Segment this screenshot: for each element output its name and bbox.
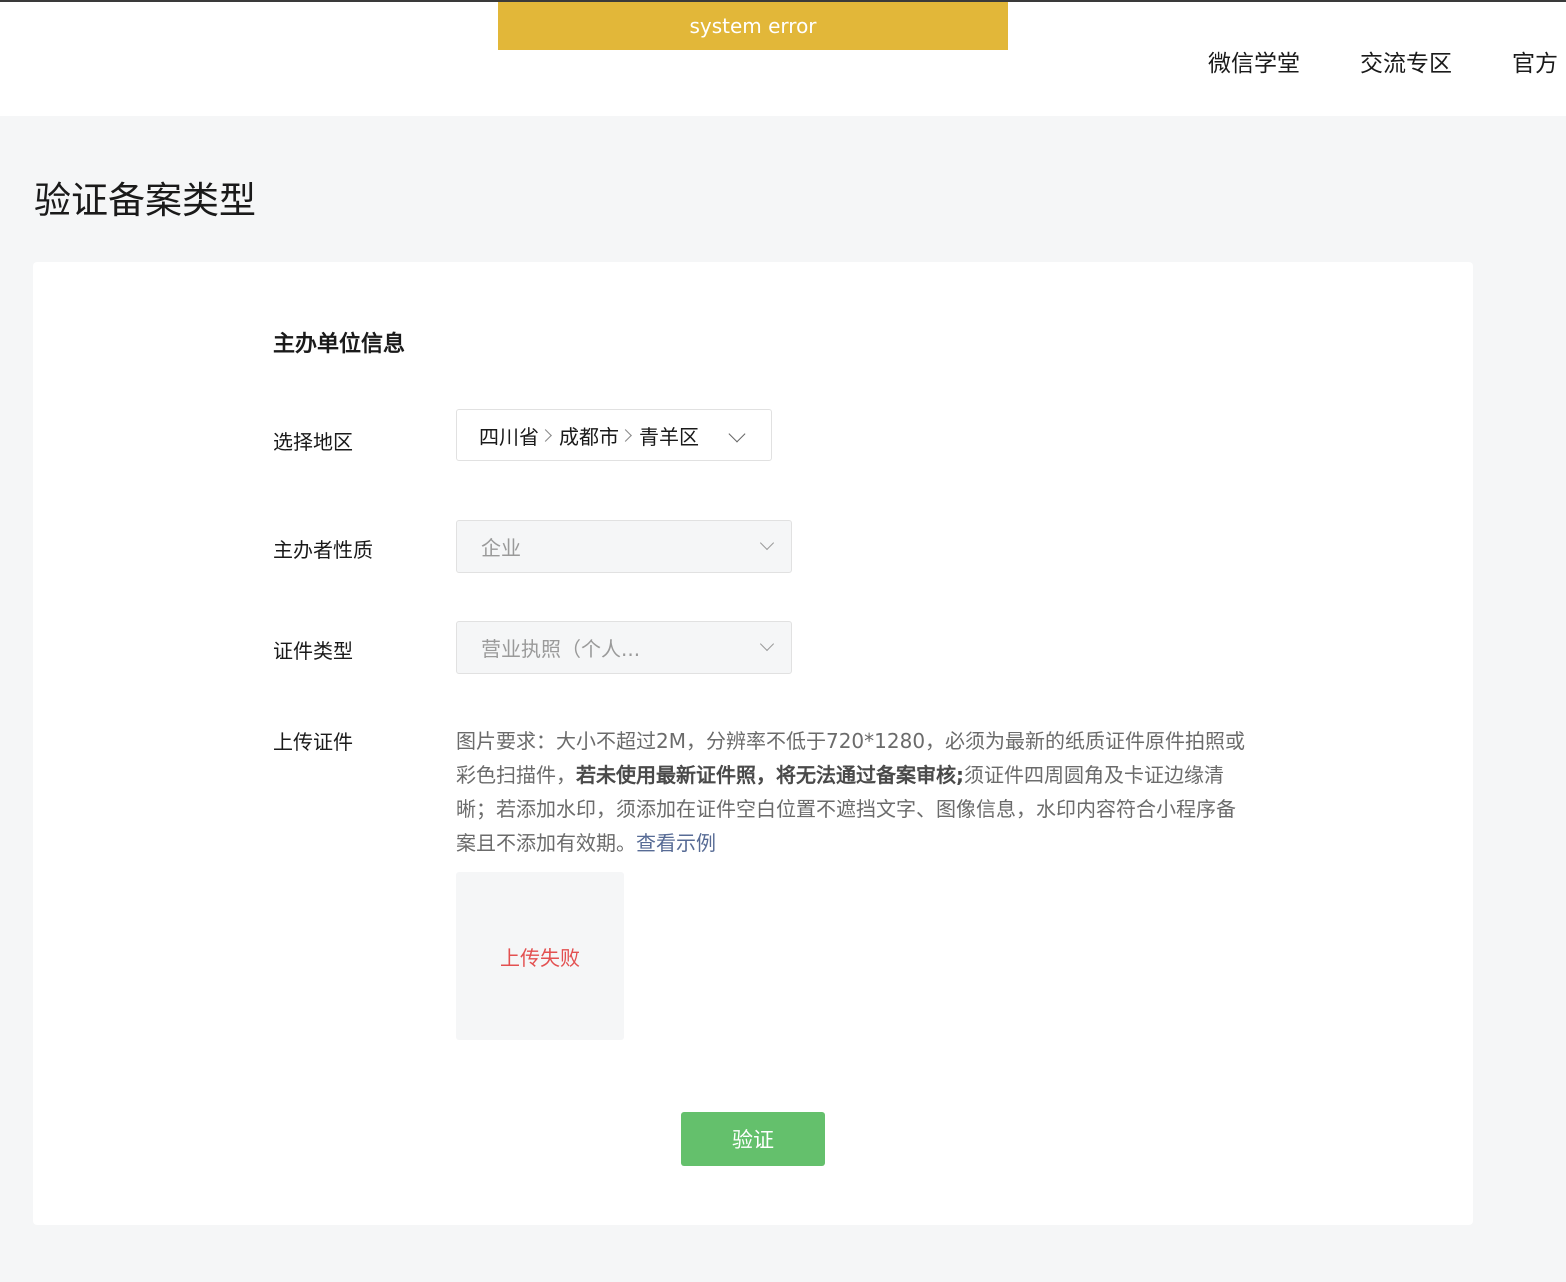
organizer-type-select: 企业 bbox=[456, 520, 792, 573]
cert-type-select: 营业执照（个人... bbox=[456, 621, 792, 674]
top-nav: 微信学堂 交流专区 官方 bbox=[1208, 44, 1558, 78]
upload-warning: 若未使用最新证件照，将无法通过备案审核; bbox=[576, 763, 964, 787]
upload-status: 上传失败 bbox=[500, 945, 580, 970]
form-card: 主办单位信息 选择地区 四川省 成都市 青羊区 主办者性质 企业 证件类型 营业… bbox=[33, 262, 1473, 1225]
view-example-link[interactable]: 查看示例 bbox=[636, 831, 716, 855]
organizer-type-value: 企业 bbox=[481, 536, 521, 560]
upload-label: 上传证件 bbox=[273, 730, 353, 754]
upload-box[interactable]: 上传失败 bbox=[456, 872, 624, 1040]
system-error-banner: system error bbox=[498, 2, 1008, 50]
organizer-type-label: 主办者性质 bbox=[273, 538, 373, 562]
chevron-right-icon bbox=[619, 428, 632, 442]
chevron-right-icon bbox=[539, 428, 552, 442]
chevron-down-icon bbox=[728, 425, 746, 443]
region-select[interactable]: 四川省 成都市 青羊区 bbox=[456, 409, 772, 461]
nav-item-official[interactable]: 官方 bbox=[1512, 44, 1558, 78]
chevron-down-icon bbox=[759, 636, 775, 652]
page-title: 验证备案类型 bbox=[34, 179, 256, 222]
section-title: 主办单位信息 bbox=[273, 332, 406, 357]
region-label: 选择地区 bbox=[273, 430, 353, 454]
nav-item-community[interactable]: 交流专区 bbox=[1360, 44, 1452, 78]
region-city: 成都市 bbox=[559, 424, 619, 449]
region-district: 青羊区 bbox=[639, 424, 699, 449]
cert-type-value: 营业执照（个人... bbox=[481, 637, 641, 661]
upload-requirements: 图片要求：大小不超过2M，分辨率不低于720*1280，必须为最新的纸质证件原件… bbox=[456, 724, 1246, 860]
cert-type-label: 证件类型 bbox=[273, 639, 353, 663]
nav-item-wechat-academy[interactable]: 微信学堂 bbox=[1208, 44, 1300, 78]
verify-button[interactable]: 验证 bbox=[681, 1112, 825, 1166]
region-province: 四川省 bbox=[479, 424, 539, 449]
chevron-down-icon bbox=[759, 535, 775, 551]
